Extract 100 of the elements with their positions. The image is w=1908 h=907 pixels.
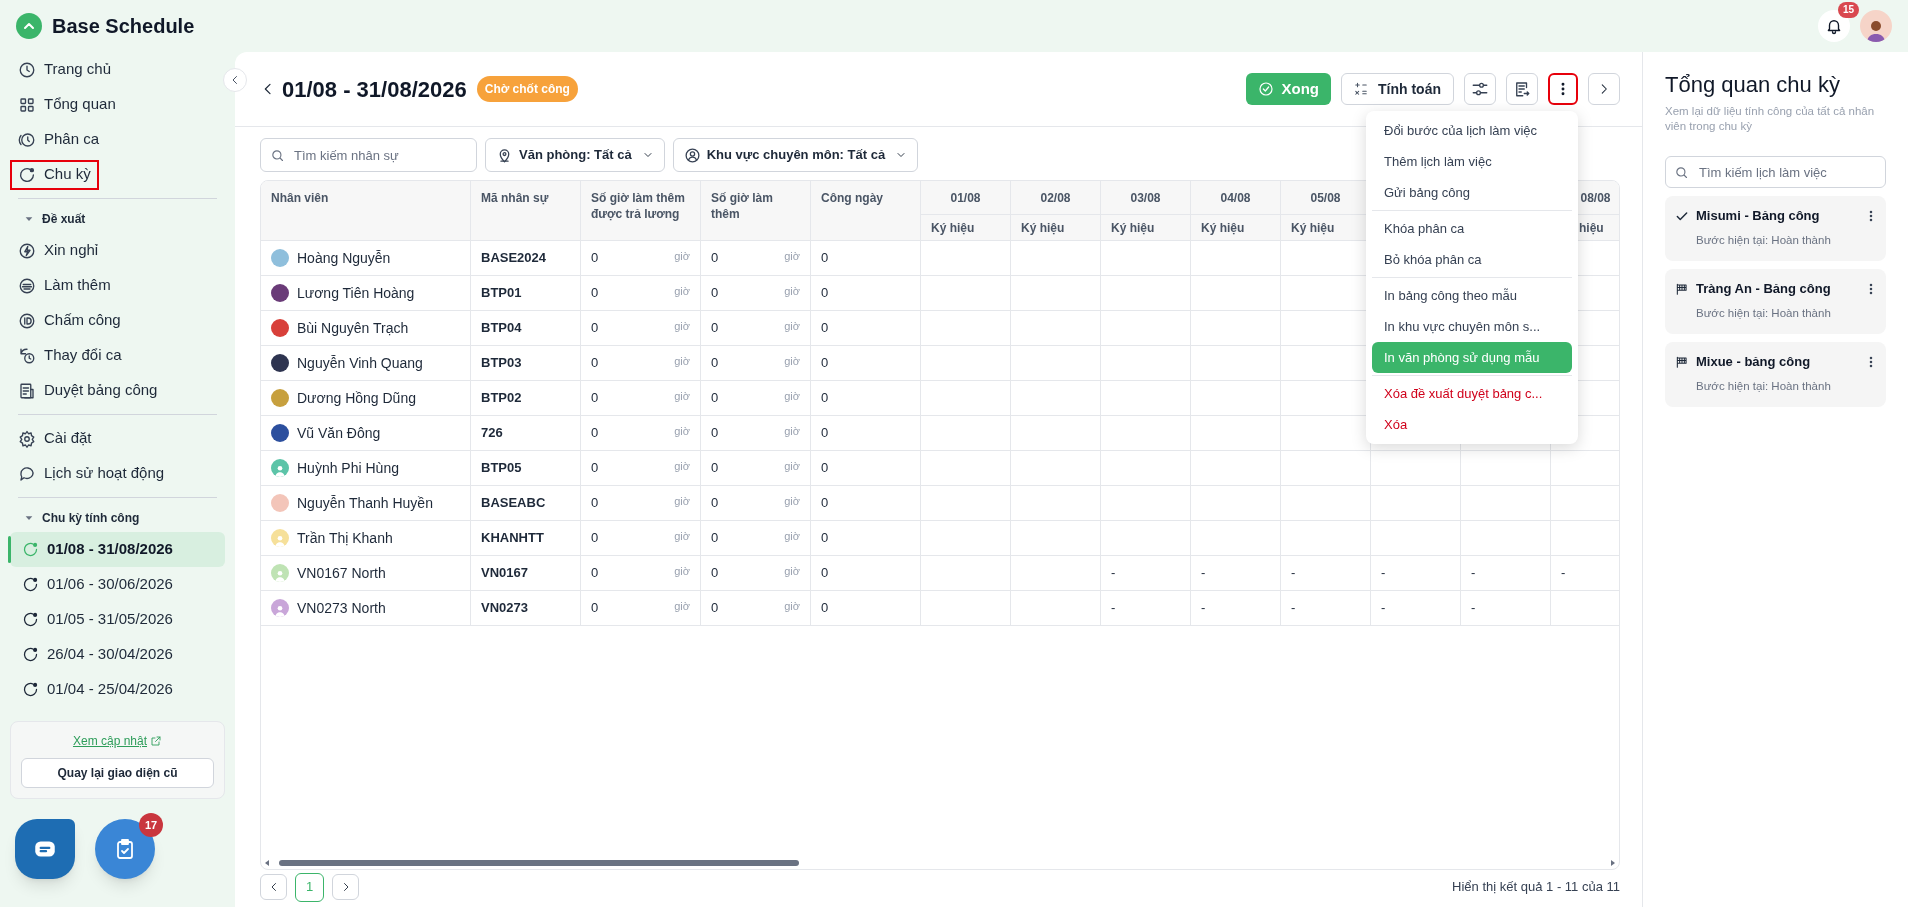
- table-cell: -: [1461, 591, 1551, 626]
- table-cell: BASEABC: [471, 486, 581, 521]
- person-icon: [273, 568, 287, 582]
- unit-label: giờ: [674, 563, 690, 579]
- cycle-item[interactable]: 26/04 - 30/04/2026: [10, 637, 225, 672]
- employee-name: Vũ Văn Đông: [297, 423, 381, 443]
- search-field[interactable]: Tìm kiếm nhân sự: [260, 138, 477, 172]
- cycle-item[interactable]: 01/06 - 30/06/2026: [10, 567, 225, 602]
- sidebar-item[interactable]: Làm thêm: [10, 270, 119, 301]
- cycle-item[interactable]: 01/08 - 31/08/2026: [10, 532, 225, 567]
- table-cell: -: [1101, 556, 1191, 591]
- old-interface-button[interactable]: Quay lại giao diện cũ: [21, 758, 214, 788]
- filter-dropdown[interactable]: Khu vực chuyên môn: Tất cả: [672, 138, 919, 172]
- hours-value: 0: [591, 319, 599, 338]
- checkered-flag-icon: [1675, 282, 1689, 296]
- section-header[interactable]: Chu kỳ tính công: [10, 504, 225, 532]
- more-button[interactable]: [1548, 73, 1578, 105]
- user-avatar[interactable]: [1860, 10, 1892, 42]
- table-cell: 726: [471, 416, 581, 451]
- employee-name: VN0273 North: [297, 598, 386, 618]
- sliders-icon: [1471, 80, 1489, 98]
- menu-item[interactable]: Thêm lịch làm việc: [1366, 146, 1578, 177]
- menu-item[interactable]: Xóa: [1366, 409, 1578, 440]
- card-step: Bước hiện tại: Hoàn thành: [1696, 231, 1857, 249]
- search-field[interactable]: Tìm kiếm lịch làm việc: [1665, 156, 1886, 188]
- chat-icon: [18, 464, 36, 483]
- sidebar-item[interactable]: Trang chủ: [10, 54, 119, 85]
- table-cell: 0: [811, 486, 921, 521]
- workflow-card[interactable]: Misumi - Bảng công Bước hiện tại: Hoàn thành: [1665, 196, 1886, 261]
- menu-item[interactable]: Xóa đề xuất duyệt bảng c...: [1366, 378, 1578, 409]
- bell-icon: [1825, 17, 1843, 35]
- calculator-icon: [1354, 82, 1368, 96]
- sidebar-item[interactable]: Lịch sử hoạt động: [10, 458, 173, 489]
- tasks-button[interactable]: [95, 819, 155, 879]
- employee-name: Bùi Nguyên Trạch: [297, 318, 409, 338]
- employee-name: Nguyễn Thanh Huyền: [297, 493, 433, 513]
- table-cell: 0: [811, 451, 921, 486]
- sidebar-item[interactable]: Cài đặt: [10, 423, 100, 454]
- cycle-item[interactable]: 01/05 - 31/05/2026: [10, 602, 225, 637]
- workflow-card[interactable]: Tràng An - Bảng công Bước hiện tại: Hoàn thành: [1665, 269, 1886, 334]
- unit-label: giờ: [674, 388, 690, 404]
- column-subheader: Ký hiệu: [1101, 215, 1191, 241]
- sidebar-item[interactable]: Chu kỳ: [10, 159, 99, 190]
- filter-dropdown[interactable]: Văn phòng: Tất cả: [485, 138, 665, 172]
- hours-value: 0: [591, 459, 599, 478]
- hours-value: 0: [711, 424, 719, 443]
- person-icon: [273, 603, 287, 617]
- adjust-button[interactable]: [1464, 73, 1496, 105]
- clock-icon: [18, 60, 36, 79]
- person-icon: [273, 463, 287, 477]
- unit-label: giờ: [784, 283, 800, 299]
- table-cell: -: [1371, 591, 1461, 626]
- table-cell: 0: [811, 311, 921, 346]
- hours-value: 0: [591, 494, 599, 513]
- id-icon: [18, 311, 36, 330]
- column-header: Nhân viên: [261, 181, 471, 241]
- unit-label: giờ: [674, 598, 690, 614]
- unit-label: giờ: [784, 563, 800, 579]
- cycle-item[interactable]: 01/04 - 25/04/2026: [10, 672, 225, 707]
- unit-label: giờ: [784, 318, 800, 334]
- sidebar-item[interactable]: Duyệt bảng công: [10, 375, 166, 406]
- bolt-icon: [18, 241, 36, 260]
- calculate-button[interactable]: Tính toán: [1341, 73, 1454, 105]
- section-header[interactable]: Đề xuất: [10, 205, 225, 233]
- unit-label: giờ: [784, 458, 800, 474]
- hours-value: 0: [711, 459, 719, 478]
- sidebar-item[interactable]: Tổng quan: [10, 89, 124, 120]
- column-header: Số giờ làm thêm được trả lương: [581, 181, 701, 241]
- sidebar-item[interactable]: Chấm công: [10, 305, 129, 336]
- table-cell: BTP03: [471, 346, 581, 381]
- menu-item[interactable]: Đổi bước của lịch làm việc: [1366, 115, 1578, 146]
- sidebar-item[interactable]: Thay đổi ca: [10, 340, 130, 371]
- export-button[interactable]: [1506, 73, 1538, 105]
- menu-item[interactable]: In khu vực chuyên môn s...: [1366, 311, 1578, 342]
- workflow-card[interactable]: Mixue - bảng công Bước hiện tại: Hoàn thành: [1665, 342, 1886, 407]
- menu-item[interactable]: Bỏ khóa phân ca: [1366, 244, 1578, 275]
- menu-item[interactable]: In bảng công theo mẫu: [1366, 280, 1578, 311]
- chat-button[interactable]: [15, 819, 75, 879]
- sidebar-item[interactable]: Xin nghỉ: [10, 235, 107, 266]
- notification-badge: 15: [1838, 2, 1860, 18]
- table-cell: 0: [811, 521, 921, 556]
- person-icon: [273, 533, 287, 547]
- table-cell: BTP04: [471, 311, 581, 346]
- card-step: Bước hiện tại: Hoàn thành: [1696, 377, 1857, 395]
- date-column-header: 01/08: [921, 181, 1011, 215]
- employee-name: Nguyễn Vinh Quang: [297, 353, 423, 373]
- layers-icon: [18, 276, 36, 295]
- employee-name: Trần Thị Khanh: [297, 528, 393, 548]
- employee-name: Lương Tiên Hoàng: [297, 283, 415, 303]
- sidebar-item[interactable]: Phân ca: [10, 124, 108, 155]
- table-cell: -: [1191, 556, 1281, 591]
- column-subheader: Ký hiệu: [921, 215, 1011, 241]
- external-link-icon: [150, 735, 162, 747]
- settings-icon: [18, 429, 36, 448]
- card-title: Tràng An - Bảng công: [1696, 280, 1832, 298]
- card-step: Bước hiện tại: Hoàn thành: [1696, 304, 1857, 322]
- employee-name: Hoàng Nguyễn: [297, 248, 391, 268]
- unit-label: giờ: [784, 353, 800, 369]
- count-badge: 17: [139, 813, 163, 837]
- unit-label: giờ: [784, 493, 800, 509]
